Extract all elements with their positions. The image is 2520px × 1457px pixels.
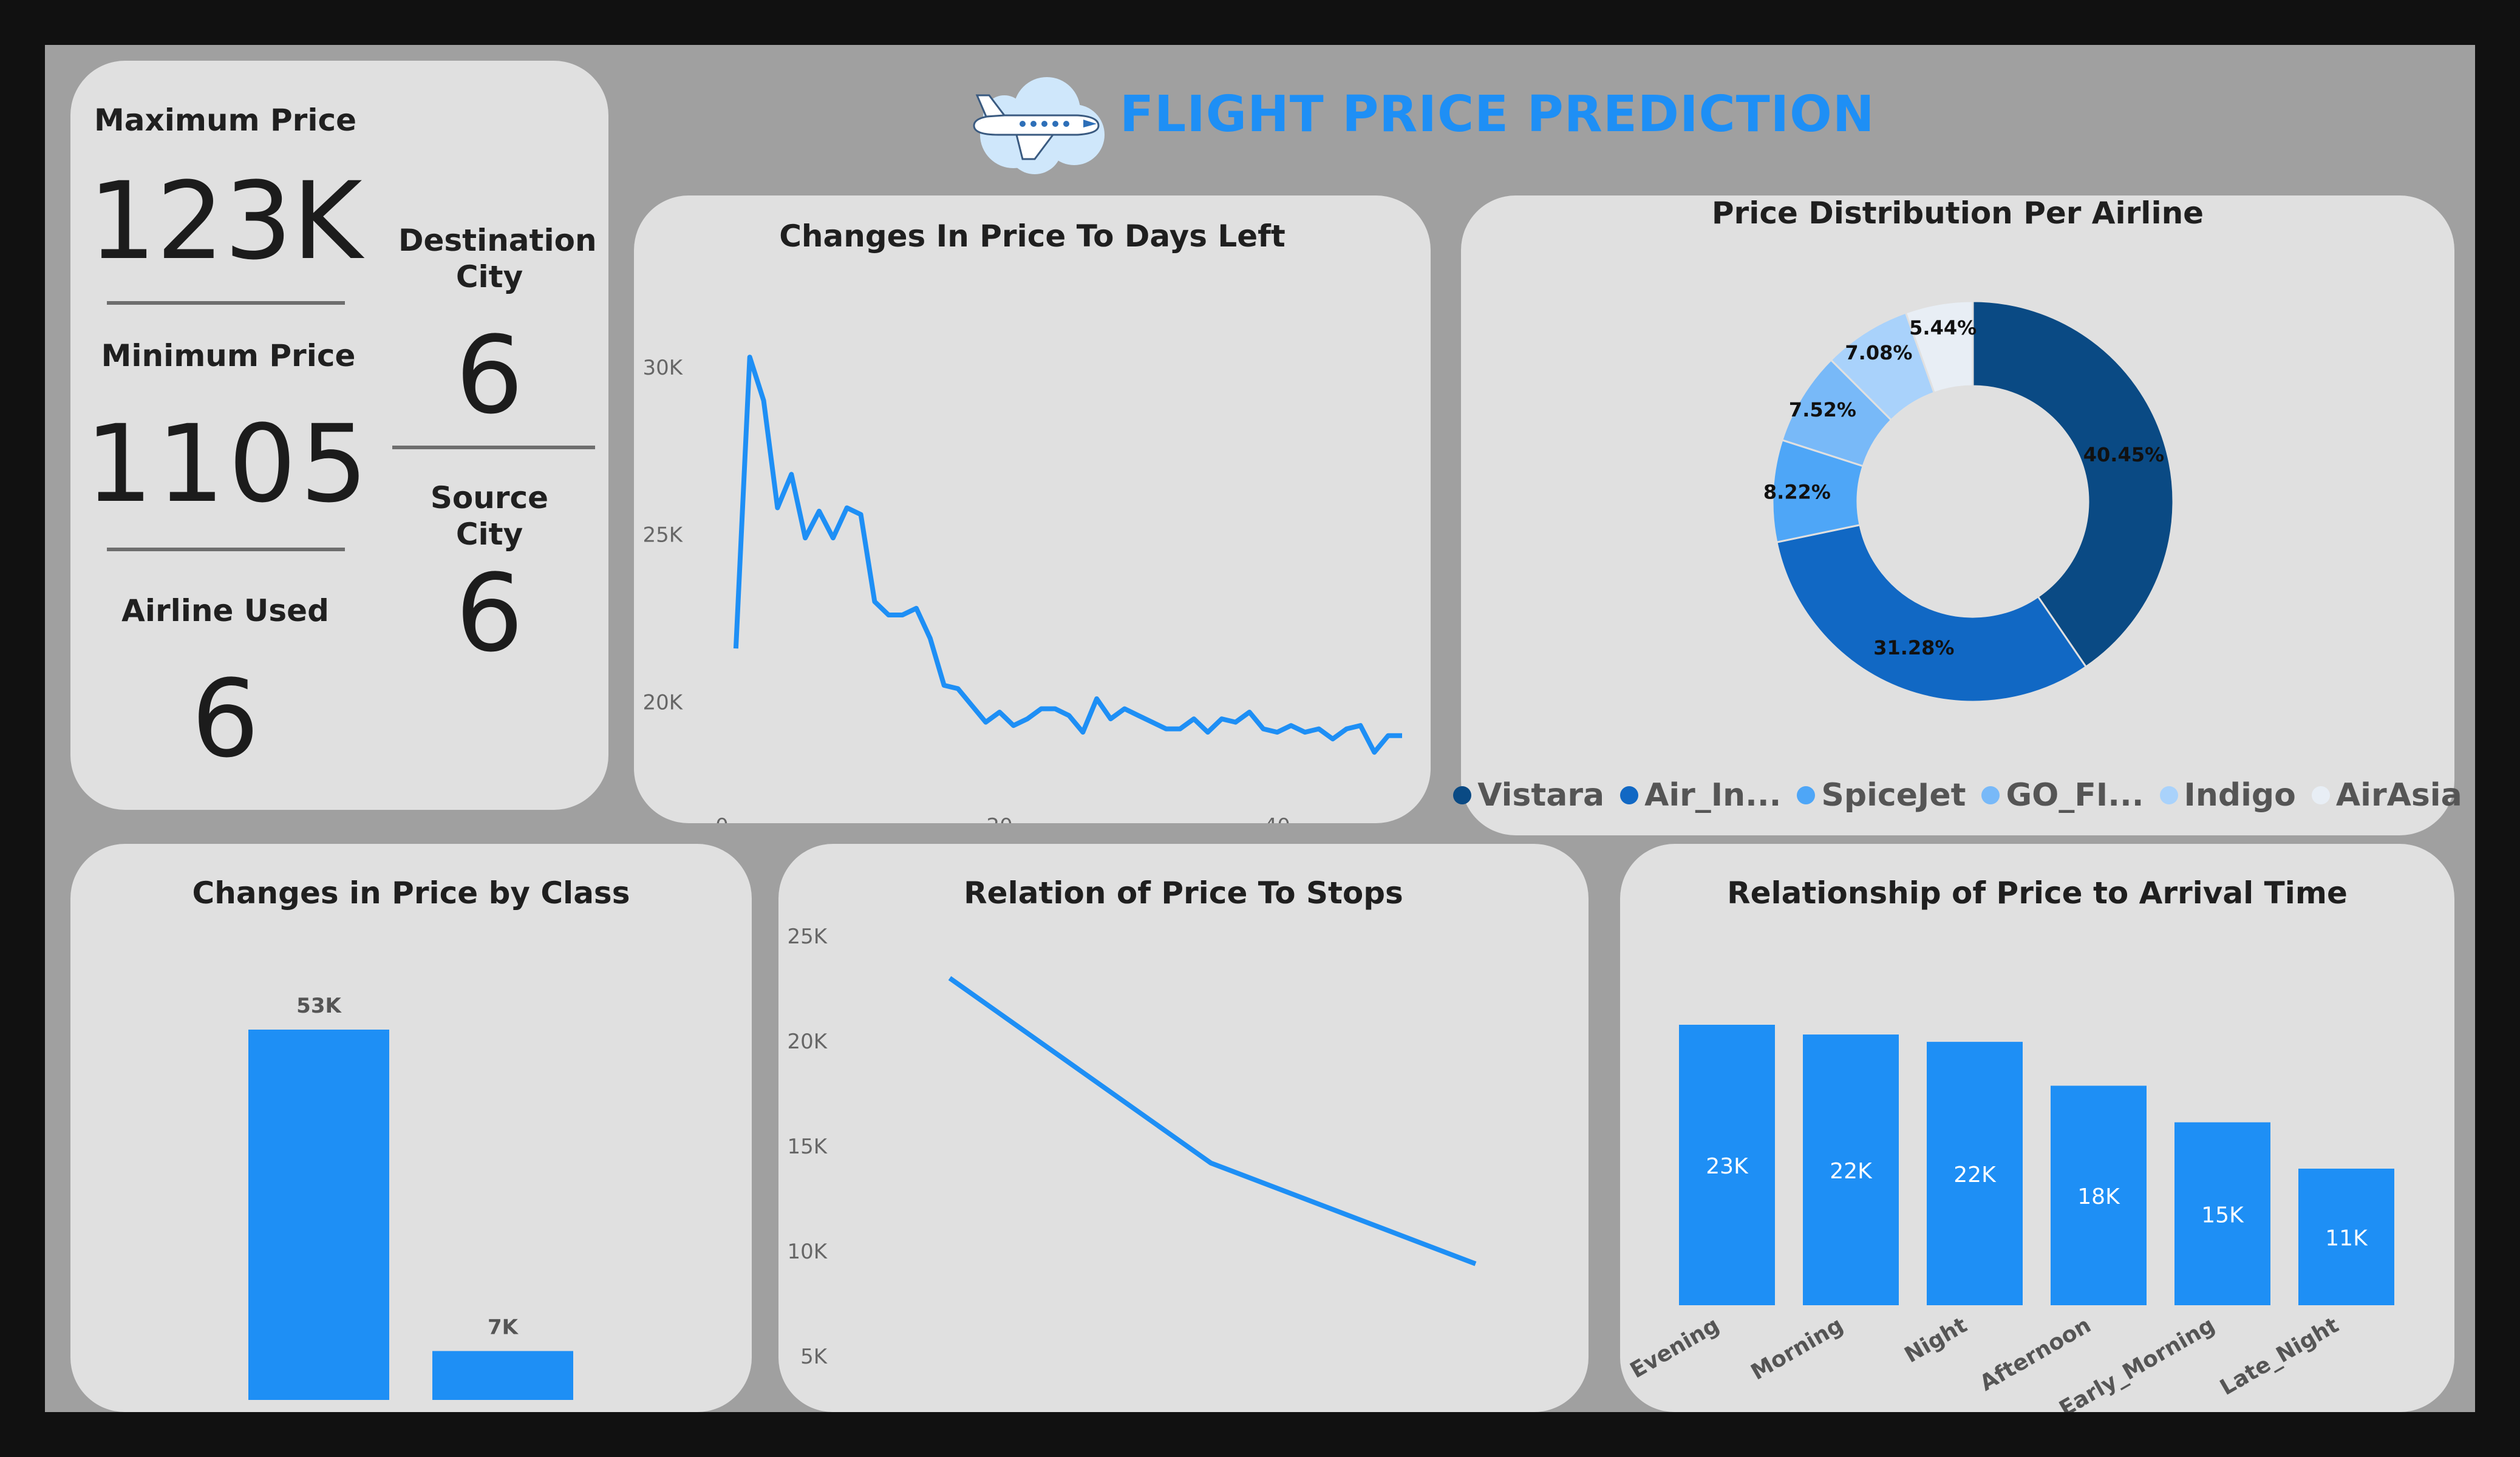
bar-value-label: 7K bbox=[488, 1315, 519, 1339]
x-tick-label: Business bbox=[273, 1411, 364, 1412]
legend-label: AirAsia bbox=[2335, 777, 2462, 813]
y-tick-label: 20K bbox=[642, 690, 683, 715]
bar-value-label: 22K bbox=[1830, 1159, 1873, 1184]
x-tick-label: 0 bbox=[715, 814, 729, 823]
legend-item[interactable]: Air_In... bbox=[1620, 777, 1781, 813]
y-tick-label: 25K bbox=[787, 925, 828, 949]
legend-item[interactable]: AirAsia bbox=[2311, 777, 2462, 813]
bar-value-label: 15K bbox=[2201, 1203, 2244, 1228]
y-tick-label: 10K bbox=[787, 1240, 828, 1264]
days-left-chart-card: Changes In Price To Days Left 20K25K30K0… bbox=[634, 195, 1431, 823]
airline-used-value: 6 bbox=[191, 657, 259, 781]
divider bbox=[107, 548, 345, 551]
bar-value-label: 53K bbox=[296, 994, 342, 1018]
y-tick-label: 20K bbox=[787, 1030, 828, 1054]
legend-label: Air_In... bbox=[1644, 777, 1782, 813]
x-tick-label: one bbox=[930, 1411, 969, 1412]
source-city-label: Source City bbox=[430, 480, 549, 552]
slice-value-label: 31.28% bbox=[1873, 636, 1954, 659]
legend-swatch bbox=[1981, 786, 2000, 804]
page-title: FLIGHT PRICE PREDICTION bbox=[1120, 86, 1875, 143]
legend-swatch bbox=[2311, 786, 2330, 804]
legend-label: Vistara bbox=[1477, 777, 1605, 813]
legend-item[interactable]: Vistara bbox=[1453, 777, 1604, 813]
x-tick-label: 20 bbox=[987, 814, 1013, 823]
max-price-value: 123K bbox=[88, 159, 363, 284]
x-tick-label: Afternoon bbox=[1976, 1313, 2096, 1396]
y-tick-label: 5K bbox=[800, 1345, 828, 1369]
legend-item[interactable]: Indigo bbox=[2159, 777, 2296, 813]
legend-swatch bbox=[1453, 786, 1472, 804]
legend-label: GO_FI... bbox=[2006, 777, 2144, 813]
y-tick-label: 25K bbox=[642, 523, 683, 548]
x-tick-label: zero bbox=[1454, 1411, 1498, 1412]
destination-city-label: Destination City bbox=[398, 223, 597, 294]
legend-item[interactable]: GO_FI... bbox=[1981, 777, 2144, 813]
legend-swatch bbox=[1797, 786, 1816, 804]
arrival-chart-card: Relationship of Price to Arrival Time 23… bbox=[1620, 844, 2454, 1412]
x-tick-label: two_or_more bbox=[1145, 1411, 1278, 1412]
class-chart-card: Changes in Price by Class 53KBusiness7KE… bbox=[70, 844, 752, 1412]
x-tick-label: Late_Night bbox=[2216, 1313, 2343, 1400]
x-tick-label: 40 bbox=[1264, 814, 1290, 823]
chart-legend: Vistara Air_In... SpiceJet GO_FI... Indigo Ai… bbox=[1453, 777, 2462, 813]
min-price-value: 1105 bbox=[85, 402, 372, 526]
bar-value-label: 18K bbox=[2077, 1184, 2120, 1209]
divider bbox=[107, 301, 345, 305]
kpi-card: Maximum Price 123K Minimum Price 1105 Ai… bbox=[70, 61, 608, 810]
bar-value-label: 23K bbox=[1706, 1154, 1749, 1179]
source-city-value: 6 bbox=[455, 551, 523, 676]
legend-item[interactable]: SpiceJet bbox=[1797, 777, 1966, 813]
min-price-label: Minimum Price bbox=[101, 338, 356, 373]
legend-label: Indigo bbox=[2184, 777, 2296, 813]
airline-donut-chart: 40.45% 31.28% 8.22% 7.52% 7.08%5.44% bbox=[1763, 300, 2174, 703]
x-tick-label: Evening bbox=[1626, 1313, 1724, 1383]
airline-used-label: Airline Used bbox=[121, 593, 329, 628]
header-logo bbox=[962, 68, 1114, 177]
bar bbox=[432, 1351, 573, 1400]
class-bar-chart: 53K Business 7K Economy bbox=[248, 994, 573, 1412]
x-tick-label: Morning bbox=[1747, 1313, 1848, 1385]
stops-chart-card: Relation of Price To Stops 5K 10K 15K 20K 25… bbox=[778, 844, 1589, 1412]
series-line bbox=[733, 355, 1402, 755]
divider bbox=[392, 446, 595, 449]
pie-slice bbox=[1776, 523, 2088, 703]
y-tick-label: 15K bbox=[787, 1135, 828, 1159]
series-line bbox=[948, 976, 1477, 1266]
bar-value-label: 22K bbox=[1953, 1163, 1997, 1187]
slice-value-label: 40.45% bbox=[2083, 443, 2164, 466]
bar-value-label: 11K bbox=[2325, 1226, 2368, 1251]
x-tick-label: Economy bbox=[455, 1411, 551, 1412]
slice-value-label: 8.22% bbox=[1763, 481, 1831, 504]
y-tick-label: 30K bbox=[642, 356, 683, 380]
bar bbox=[248, 1030, 389, 1400]
arrival-bar-chart: 23K Evening 22K Morning 22K Night 18K Afternoon… bbox=[1626, 1025, 2394, 1412]
slice-value-label: 5.44% bbox=[1909, 316, 1977, 339]
legend-label: SpiceJet bbox=[1821, 777, 1966, 813]
stops-line-chart: 5K 10K 15K 20K 25K one two_or_more zero bbox=[787, 925, 1498, 1412]
destination-city-value: 6 bbox=[455, 313, 523, 438]
max-price-label: Maximum Price bbox=[94, 103, 357, 138]
airline-share-chart-card: Price Distribution Per Airline 40.45% 31.… bbox=[1453, 195, 2462, 835]
legend-swatch bbox=[2159, 786, 2178, 804]
x-tick-label: Night bbox=[1901, 1313, 1972, 1368]
days-left-line-chart: 20K 25K 30K 0 20 40 bbox=[642, 355, 1402, 823]
dashboard: FLIGHT PRICE PREDICTION Maximum Price 12… bbox=[45, 45, 2475, 1412]
airplane-cloud-icon bbox=[973, 77, 1105, 174]
legend-swatch bbox=[1620, 786, 1639, 804]
slice-value-label: 7.52% bbox=[1789, 398, 1856, 421]
slice-value-label: 7.08% bbox=[1845, 341, 1912, 364]
